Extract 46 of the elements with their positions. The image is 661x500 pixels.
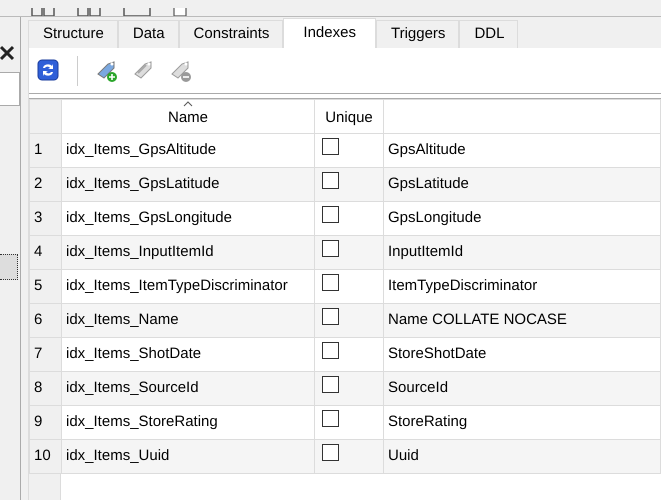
document-icon[interactable] [172, 8, 188, 16]
layout-icon[interactable] [76, 8, 102, 16]
row-number: 3 [30, 202, 62, 236]
checkbox[interactable] [322, 376, 339, 394]
row-number: 6 [30, 304, 62, 338]
list-item[interactable] [0, 254, 18, 280]
tab[interactable]: Data [118, 20, 179, 48]
checkbox[interactable] [322, 240, 339, 258]
table-cell: Name COLLATE NOCASE [384, 304, 660, 338]
table-cell: idx_Items_InputItemId [62, 236, 314, 270]
table-cell: idx_Items_Uuid [62, 440, 314, 474]
row-number: 2 [30, 168, 62, 202]
row-number: 7 [30, 338, 62, 372]
row-number: 5 [30, 270, 62, 304]
close-icon[interactable] [0, 45, 14, 61]
checkbox[interactable] [322, 138, 339, 156]
tab[interactable]: Triggers [376, 20, 460, 48]
input-field[interactable] [0, 72, 20, 106]
table-cell: GpsLatitude [384, 168, 660, 202]
column-header[interactable]: Name [168, 108, 208, 126]
row-number: 10 [30, 440, 62, 474]
checkbox[interactable] [322, 444, 339, 462]
table-cell: idx_Items_Name [62, 304, 314, 338]
checkbox[interactable] [322, 308, 339, 326]
layout-icon[interactable] [30, 8, 56, 16]
table-cell: SourceId [384, 372, 660, 406]
row-number: 8 [30, 372, 62, 406]
table-cell: idx_Items_SourceId [62, 372, 314, 406]
tab[interactable]: DDL [459, 20, 518, 48]
row-number: 4 [30, 236, 62, 270]
checkbox[interactable] [322, 172, 339, 190]
tab[interactable]: Structure [28, 20, 118, 48]
tab[interactable]: Indexes [283, 18, 376, 48]
table-cell: InputItemId [384, 236, 660, 270]
tab[interactable]: Constraints [178, 20, 284, 48]
row-number: 1 [30, 134, 62, 168]
checkbox[interactable] [322, 274, 339, 292]
table-cell: Uuid [384, 440, 660, 474]
layout-icon[interactable] [122, 8, 152, 16]
checkbox[interactable] [322, 342, 339, 360]
checkbox[interactable] [322, 410, 339, 428]
row-number: 9 [30, 406, 62, 440]
checkbox[interactable] [322, 206, 339, 224]
table-cell: idx_Items_GpsLatitude [62, 168, 314, 202]
refresh-icon[interactable] [37, 58, 60, 82]
tag-plus-icon[interactable] [95, 58, 118, 82]
